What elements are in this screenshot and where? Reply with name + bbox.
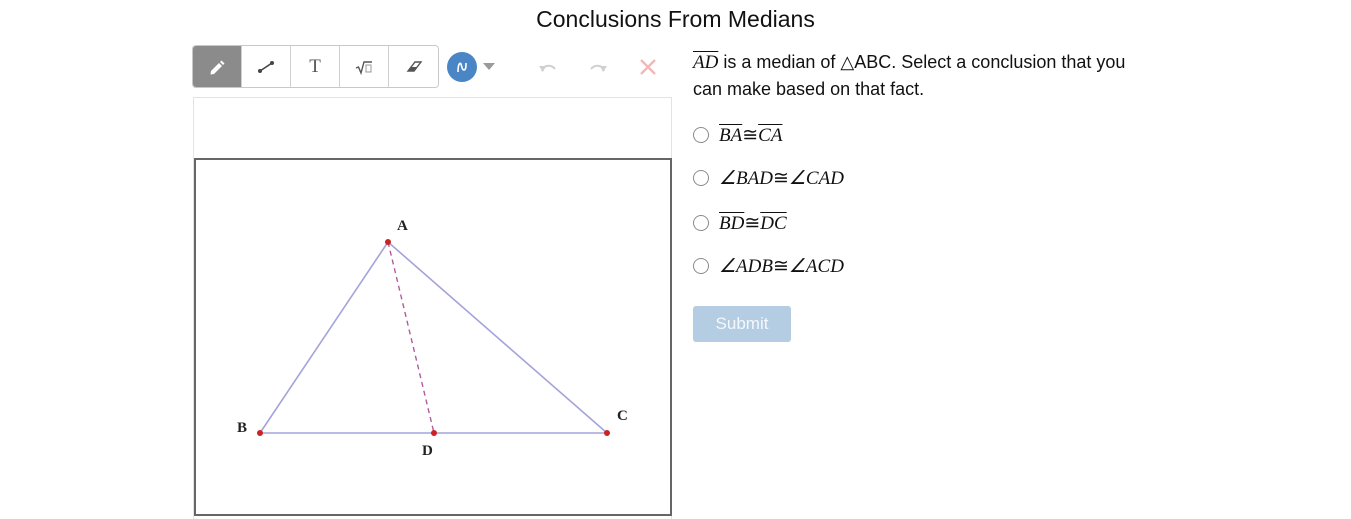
pencil-tool-button[interactable] <box>193 46 242 87</box>
text-tool-button[interactable]: T <box>291 46 340 87</box>
label-a: A <box>397 218 408 234</box>
choice-3-left: BD <box>719 212 745 234</box>
undo-button[interactable] <box>536 55 560 79</box>
eraser-tool-button[interactable] <box>389 46 438 87</box>
pen-color-picker[interactable] <box>447 51 495 82</box>
choice-1-left: BA <box>719 124 743 146</box>
triangle-diagram: A B C D <box>237 218 628 459</box>
choice-2-left: ∠BAD <box>719 167 773 189</box>
choice-4-right: ∠ACD <box>788 255 844 277</box>
drawing-toolbar: T <box>192 45 495 88</box>
math-tool-button[interactable] <box>340 46 389 87</box>
congruent-symbol: ≅ <box>772 167 789 189</box>
triangle-symbol: △ <box>840 52 855 72</box>
radio-button[interactable] <box>693 127 709 143</box>
point-b <box>257 430 263 436</box>
choice-3[interactable]: BD≅DC <box>693 211 787 235</box>
congruent-symbol: ≅ <box>744 212 761 234</box>
label-b: B <box>237 420 247 436</box>
choice-2-text: ∠BAD≅∠CAD <box>719 167 844 190</box>
pencil-icon <box>210 60 225 74</box>
tool-group: T <box>192 45 439 88</box>
point-a <box>385 239 391 245</box>
choice-4[interactable]: ∠ADB≅∠ACD <box>693 254 844 278</box>
choice-1[interactable]: BA≅CA <box>693 123 782 147</box>
choice-3-text: BD≅DC <box>719 212 787 235</box>
label-d: D <box>422 443 433 459</box>
side-ab <box>259 241 389 434</box>
point-d <box>431 430 437 436</box>
pen-color-swatch <box>447 51 477 82</box>
choice-2[interactable]: ∠BAD≅∠CAD <box>693 166 844 190</box>
median-ad <box>387 241 435 434</box>
choice-3-right: DC <box>760 212 787 234</box>
radio-button[interactable] <box>693 215 709 231</box>
choice-1-text: BA≅CA <box>719 124 782 147</box>
eraser-icon <box>406 60 422 72</box>
clear-button[interactable] <box>636 55 660 79</box>
choice-4-left: ∠ADB <box>719 255 773 277</box>
point-c <box>604 430 610 436</box>
label-c: C <box>617 408 628 424</box>
undo-icon <box>539 64 556 72</box>
text-icon: T <box>309 55 321 77</box>
choice-2-right: ∠CAD <box>788 167 844 189</box>
line-tool-button[interactable] <box>242 46 291 87</box>
redo-button[interactable] <box>586 55 610 79</box>
side-ac <box>387 241 608 434</box>
congruent-symbol: ≅ <box>772 255 789 277</box>
radio-button[interactable] <box>693 170 709 186</box>
question-text-1: is a median of <box>723 52 841 72</box>
question-prompt: AD is a median of △ABC. Select a conclus… <box>693 49 1143 102</box>
redo-icon <box>590 64 607 72</box>
close-icon <box>640 59 656 75</box>
segment-ad: AD <box>693 52 719 73</box>
submit-button[interactable]: Submit <box>693 306 791 342</box>
squiggle-icon <box>457 61 467 72</box>
choice-1-right: CA <box>758 124 783 146</box>
triangle-figure: A B C D <box>194 158 672 516</box>
page-title: Conclusions From Medians <box>536 6 815 32</box>
radio-button[interactable] <box>693 258 709 274</box>
choice-4-text: ∠ADB≅∠ACD <box>719 255 844 278</box>
line-segment-icon <box>258 60 274 73</box>
chevron-down-icon <box>483 63 495 70</box>
congruent-symbol: ≅ <box>742 124 759 146</box>
square-root-icon <box>355 60 372 75</box>
